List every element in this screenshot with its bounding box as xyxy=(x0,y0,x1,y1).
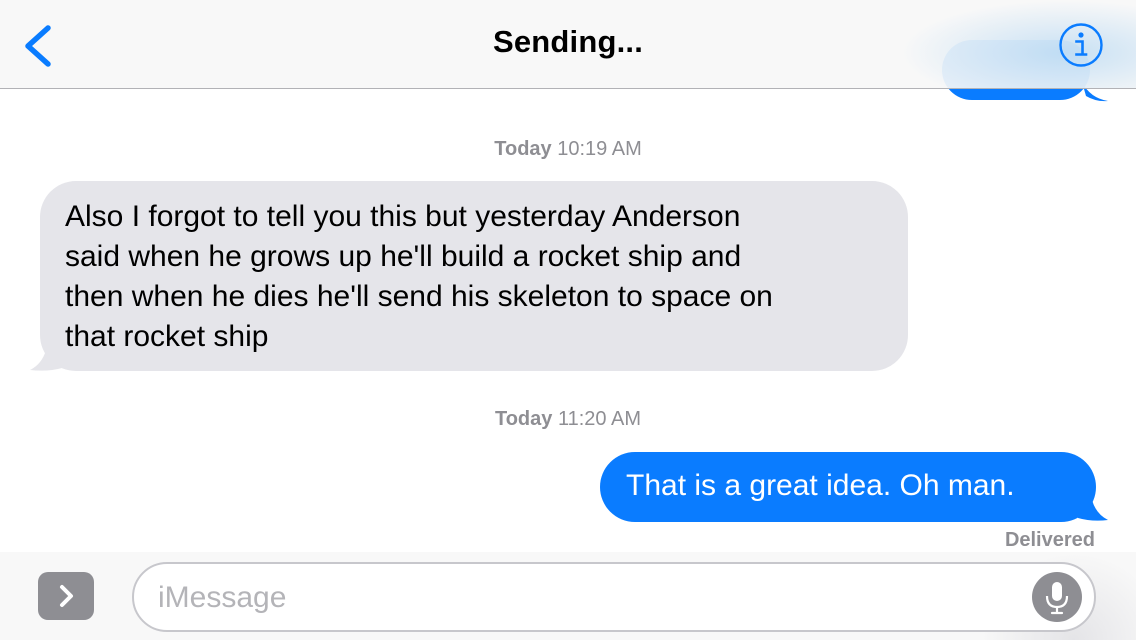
timestamp-day: Today xyxy=(494,408,553,430)
sent-bubble-tail xyxy=(1078,500,1108,521)
received-message-text: Also I forgot to tell you this but yeste… xyxy=(65,200,773,353)
conversation-title: Sending... xyxy=(492,24,644,59)
sent-message-bubble[interactable]: That is a great idea. Oh man. xyxy=(600,452,1096,522)
timestamp: Today 10:19 AM xyxy=(368,138,768,161)
navigation-bar: Sending... xyxy=(0,0,1136,89)
back-button[interactable] xyxy=(14,18,62,70)
message-input[interactable] xyxy=(158,576,998,620)
sent-message-text: That is a great idea. Oh man. xyxy=(626,469,1015,502)
chevron-right-icon xyxy=(60,585,73,607)
dictation-button[interactable] xyxy=(1032,572,1082,622)
timestamp-time: 10:19 AM xyxy=(557,138,642,160)
info-circle-icon xyxy=(1059,23,1103,67)
timestamp-time: 11:20 AM xyxy=(557,408,641,430)
info-button[interactable] xyxy=(1058,22,1104,68)
received-message-bubble[interactable]: Also I forgot to tell you this but yeste… xyxy=(40,181,908,371)
delivery-status: Delivered xyxy=(1004,529,1095,551)
messages-screen: Sending... Today 10:19 AM Also I forgot … xyxy=(0,0,1136,640)
expand-apps-button[interactable] xyxy=(38,572,94,620)
message-field[interactable] xyxy=(132,562,1096,632)
received-bubble-tail xyxy=(30,350,62,371)
microphone-icon xyxy=(1045,582,1069,615)
timestamp: Today 11:20 AM xyxy=(368,408,768,431)
compose-bar xyxy=(0,552,1136,640)
timestamp-day: Today xyxy=(494,138,552,160)
chevron-left-icon xyxy=(25,25,51,67)
